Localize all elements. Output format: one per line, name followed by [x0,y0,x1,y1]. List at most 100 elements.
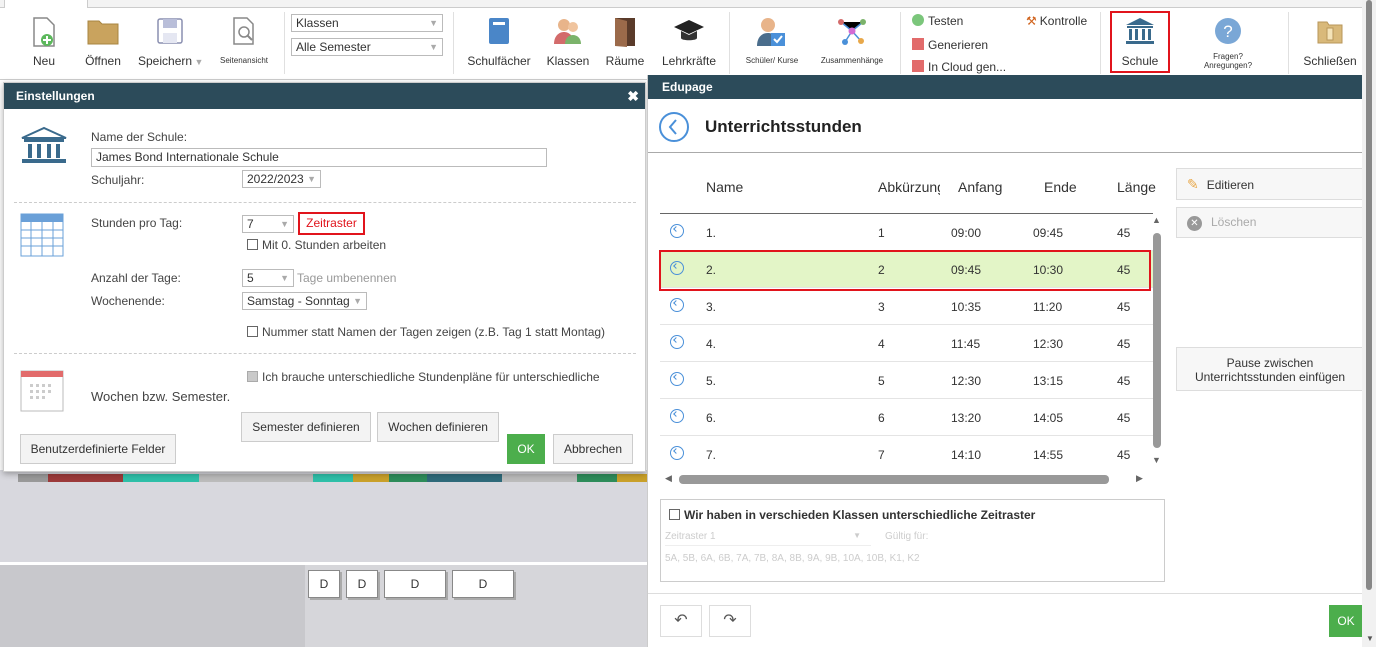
zero-lesson-checkbox[interactable] [247,239,258,250]
multiple-grids-checkbox[interactable] [669,509,680,520]
classes-select[interactable]: Klassen ▼ [291,14,443,32]
row-abbreviation: 5 [878,374,885,388]
page-vertical-scrollbar-thumb[interactable] [1366,0,1372,590]
column-header-length[interactable]: Länge [1117,179,1156,195]
define-semester-button[interactable]: Semester definieren [241,412,371,442]
clock-icon [670,335,684,349]
close-icon[interactable]: ✖ [627,83,639,109]
table-vertical-scrollbar[interactable] [1153,233,1161,448]
grid-table-icon [20,213,64,257]
column-header-name[interactable]: Name [706,179,743,195]
column-header-abbreviation[interactable]: Abkürzung [878,179,940,195]
days-count-label: Anzahl der Tage: [91,271,181,285]
edupage-ok-button[interactable]: OK [1329,605,1363,637]
row-abbreviation: 1 [878,226,885,240]
table-row[interactable]: 5. 5 12:30 13:15 45 [660,362,1153,399]
edit-button[interactable]: ✎ Editieren [1176,168,1364,200]
toolbar-divider [729,12,730,74]
row-abbreviation: 7 [878,448,885,462]
chevron-down-icon: ▼ [853,531,861,540]
delete-button[interactable]: ✕ Löschen [1176,207,1364,238]
row-start: 09:45 [951,263,982,277]
table-row-selected[interactable]: 2. 2 09:45 10:30 45 [660,251,1153,288]
time-grid-button[interactable]: Zeitraster [298,212,365,235]
generate-button[interactable]: Generieren [912,38,988,52]
teachers-button[interactable]: Lehrkräfte [656,12,722,74]
calendar-icon [20,370,64,412]
close-button[interactable]: Schließen [1298,12,1362,74]
ok-button[interactable]: OK [507,434,545,464]
test-button[interactable]: Testen [912,14,963,28]
insert-break-button[interactable]: Pause zwischen Unterrichtsstunden einfüge… [1176,347,1364,391]
time-grid-select[interactable]: Zeitraster 1 ▼ [665,531,871,546]
section-divider [14,353,636,354]
footer-divider [648,593,1363,594]
redo-icon: ↷ [723,612,737,629]
school-year-select[interactable]: 2022/2023 ▼ [242,170,321,188]
toolbar-divider [1288,12,1289,74]
number-instead-checkbox[interactable] [247,326,258,337]
undo-button[interactable]: ↶ [660,605,702,637]
row-length: 45 [1117,300,1131,314]
rename-days-link[interactable]: Tage umbenennen [297,271,396,285]
custom-fields-button[interactable]: Benutzerdefinierte Felder [20,434,176,464]
table-horizontal-scrollbar[interactable] [679,475,1109,484]
redo-button[interactable]: ↷ [709,605,751,637]
clock-icon [670,372,684,386]
school-name-input[interactable]: James Bond Internationale Schule [91,148,547,167]
row-abbreviation: 6 [878,411,885,425]
help-button[interactable]: ? Fragen? Anregungen? [1188,12,1268,74]
save-dropdown-icon[interactable]: ▼ [192,57,204,67]
lesson-card[interactable]: D [308,570,340,598]
ribbon-tab-active[interactable] [4,0,88,8]
table-row[interactable]: 3. 3 10:35 11:20 45 [660,288,1153,325]
chevron-down-icon: ▼ [307,174,316,184]
page-scroll-down-icon[interactable]: ▼ [1366,634,1374,643]
classes-button[interactable]: Klassen [542,12,594,74]
scroll-right-icon[interactable]: ▶ [1136,473,1143,484]
lesson-card[interactable]: D [384,570,446,598]
subjects-label: Schulfächer [467,54,531,68]
table-row[interactable]: 7. 7 14:10 14:55 45 [660,436,1153,473]
table-row[interactable]: 4. 4 11:45 12:30 45 [660,325,1153,362]
weekend-select[interactable]: Samstag - Sonntag ▼ [242,292,367,310]
multiple-grids-row[interactable]: Wir haben in verschieden Klassen untersc… [669,508,1035,522]
rooms-button[interactable]: Räume [600,12,650,74]
students-courses-button[interactable]: Schüler/ Kurse [738,12,806,74]
teachers-label: Lehrkräfte [661,54,717,68]
row-length: 45 [1117,448,1131,462]
number-instead-row[interactable]: Nummer statt Namen der Tagen zeigen (z.B… [247,325,605,339]
table-row[interactable]: 6. 6 13:20 14:05 45 [660,399,1153,436]
scroll-down-icon[interactable]: ▼ [1152,455,1161,465]
different-timetables-row[interactable]: Ich brauche unterschiedliche Stundenplän… [247,370,600,384]
column-header-start[interactable]: Anfang [958,179,1002,195]
lessons-per-day-select[interactable]: 7 ▼ [242,215,294,233]
scroll-up-icon[interactable]: ▲ [1152,215,1161,225]
relations-button[interactable]: Zusammenhänge [812,12,892,74]
row-end: 09:45 [1033,226,1064,240]
lesson-card[interactable]: D [346,570,378,598]
print-preview-button[interactable]: Seitenansicht [214,12,274,74]
days-count-select[interactable]: 5 ▼ [242,269,294,287]
semester-select[interactable]: Alle Semester ▼ [291,38,443,56]
row-length: 45 [1117,337,1131,351]
different-timetables-checkbox[interactable] [247,371,258,382]
zero-lesson-checkbox-row[interactable]: Mit 0. Stunden arbeiten [247,238,386,252]
column-header-end[interactable]: Ende [1044,179,1077,195]
lessons-per-day-label: Stunden pro Tag: [91,216,183,230]
school-label: Schule [1121,54,1159,68]
define-weeks-button[interactable]: Wochen definieren [377,412,499,442]
new-button[interactable]: Neu [22,12,66,74]
table-row[interactable]: 1. 1 09:00 09:45 45 [660,214,1153,251]
cloud-generate-button[interactable]: In Cloud gen... [912,60,1006,74]
subjects-button[interactable]: Schulfächer [464,12,534,74]
scroll-left-icon[interactable]: ◀ [665,473,672,484]
save-button[interactable]: Speichern ▼ [134,12,214,74]
help-label-1: Fragen? [1213,52,1243,61]
student-check-icon [757,18,785,46]
school-button[interactable]: Schule [1110,11,1170,73]
lesson-card[interactable]: D [452,570,514,598]
cancel-button[interactable]: Abbrechen [553,434,633,464]
control-button[interactable]: ⚒ Kontrolle [1026,14,1087,28]
open-button[interactable]: Öffnen [80,12,126,74]
